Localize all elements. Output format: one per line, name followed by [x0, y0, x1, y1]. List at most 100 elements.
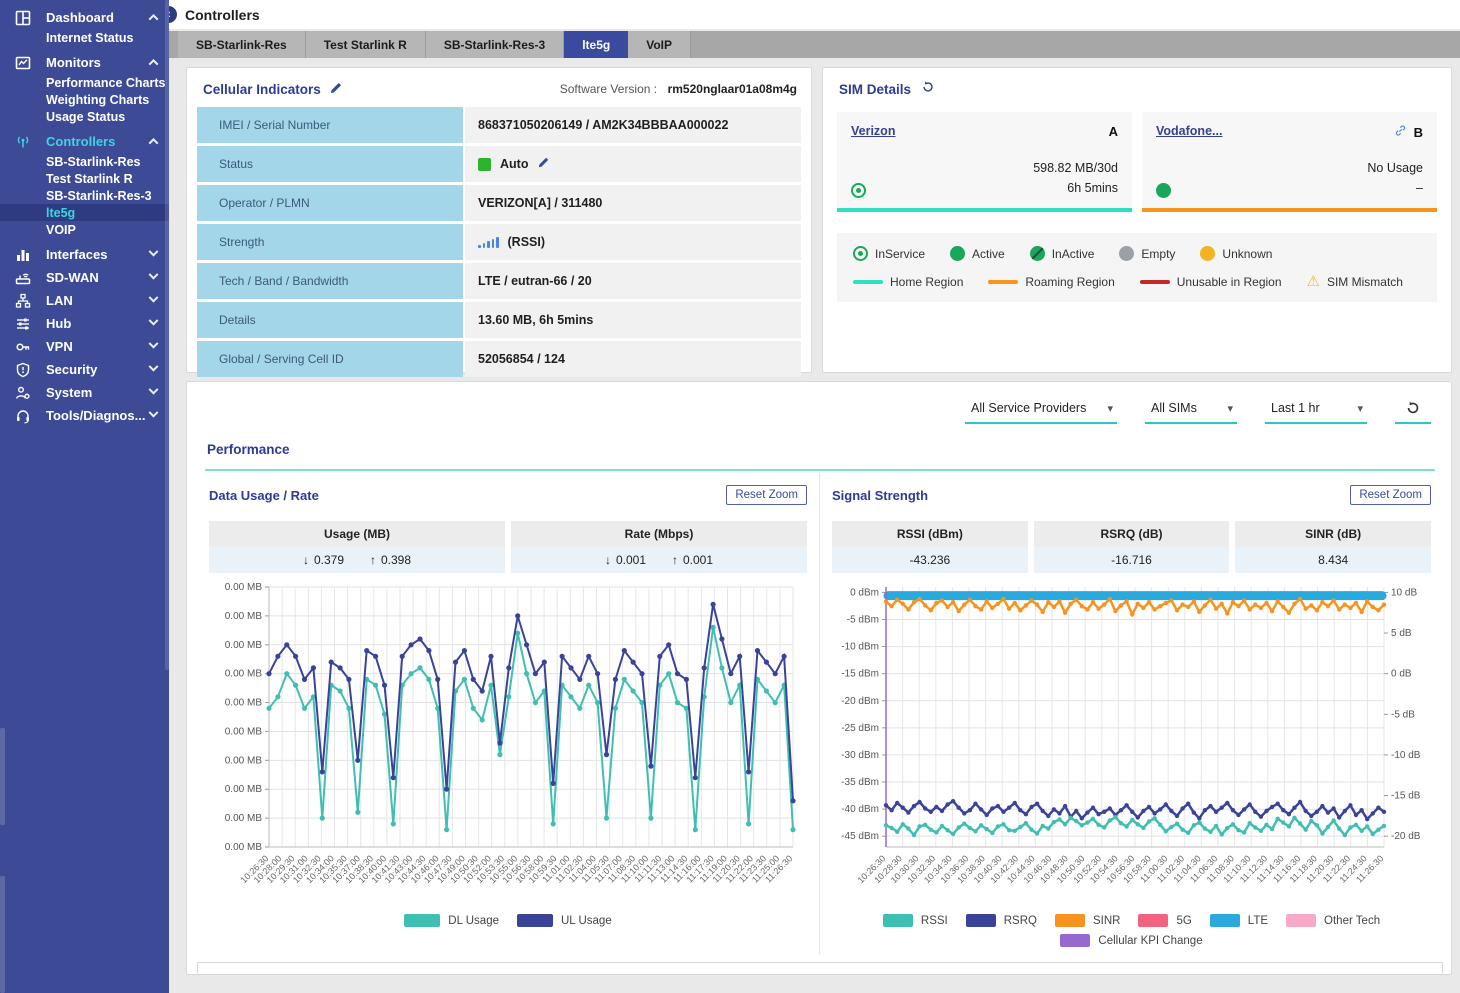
- sim-slot-label: B: [1414, 125, 1423, 140]
- sim-details-title: SIM Details: [839, 82, 911, 97]
- sidebar-item-sdwan[interactable]: SD-WAN: [0, 266, 169, 289]
- sidebar-item-monitors[interactable]: Monitors: [0, 51, 169, 74]
- sim-slot-label: A: [1109, 124, 1118, 139]
- tab-sb-starlink-res-3[interactable]: SB-Starlink-Res-3: [426, 31, 564, 58]
- sidebar-item-hub[interactable]: Hub: [0, 312, 169, 335]
- warning-triangle-icon: ⚠: [1307, 274, 1320, 289]
- main-area: ‹ Controllers SB-Starlink-Res Test Starl…: [169, 0, 1460, 993]
- performance-title: Performance: [207, 442, 1433, 457]
- rsrq-value: -16.716: [1111, 553, 1152, 567]
- sidebar-item-tools-diagnostics[interactable]: Tools/Diagnos...: [0, 404, 169, 427]
- sidebar-item-label: Monitors: [46, 55, 150, 70]
- legend-label: DL Usage: [448, 915, 499, 927]
- stat-header: RSRQ (dB): [1034, 521, 1230, 547]
- signal-legend: RSSI RSRQ SINR 5G LTE Other Tech: [832, 914, 1431, 927]
- data-usage-chart[interactable]: 10:26:3010:28:0010:29:3010:31:0010:32:30…: [209, 577, 807, 909]
- sidebar-item-label: SD-WAN: [46, 270, 150, 285]
- imei-serial-value: 868371050206149 / AM2K34BBBAA000022: [478, 118, 728, 132]
- table-row: Operator / PLMN VERIZON[A] / 311480: [197, 185, 801, 221]
- details-value: 13.60 MB, 6h 5mins: [478, 313, 593, 327]
- headset-icon: [13, 408, 33, 424]
- sim-duration-value: –: [1367, 179, 1423, 198]
- refresh-icon[interactable]: [921, 80, 935, 99]
- chevron-up-icon: [149, 14, 159, 24]
- monitor-chart-icon: [13, 55, 33, 71]
- sidebar-item-weighting-charts[interactable]: Weighting Charts: [0, 91, 169, 108]
- sim-duration-value: 6h 5mins: [1033, 179, 1118, 198]
- sinr-stat: SINR (dB) 8.434: [1235, 521, 1431, 573]
- legend-label: RSSI: [921, 915, 948, 927]
- service-provider-select[interactable]: All Service Providers ▾: [965, 398, 1117, 424]
- sidebar-item-sb-starlink-res[interactable]: SB-Starlink-Res: [0, 153, 169, 170]
- sidebar-item-internet-status[interactable]: Internet Status: [0, 29, 169, 46]
- svg-text:-30 dBm: -30 dBm: [841, 750, 879, 761]
- chevron-down-icon: [149, 362, 159, 372]
- signal-strength-chart[interactable]: 10:26:3010:28:3010:30:3010:32:3010:34:30…: [832, 577, 1432, 909]
- link-icon: [1394, 124, 1407, 140]
- chevron-down-icon: ▾: [1227, 402, 1233, 415]
- tab-sb-starlink-res[interactable]: SB-Starlink-Res: [178, 31, 306, 58]
- sidebar-item-vpn[interactable]: VPN: [0, 335, 169, 358]
- row-label: Strength: [197, 224, 463, 260]
- inservice-status-icon: [851, 183, 866, 198]
- sidebar-item-test-starlink-r[interactable]: Test Starlink R: [0, 170, 169, 187]
- sim-usage-value: No Usage: [1367, 159, 1423, 178]
- table-row: Tech / Band / Bandwidth LTE / eutran-66 …: [197, 263, 801, 299]
- sidebar-item-security[interactable]: Security: [0, 358, 169, 381]
- sidebar-item-performance-charts[interactable]: Performance Charts: [0, 74, 169, 91]
- software-version-value: rm520nglaar01a08m4g: [668, 82, 797, 96]
- sidebar-scrollbar[interactable]: [165, 0, 169, 670]
- next-panel-edge: [197, 962, 1443, 974]
- sidebar-item-label: Dashboard: [46, 10, 150, 25]
- sims-select[interactable]: All SIMs ▾: [1145, 398, 1237, 424]
- sidebar-item-voip[interactable]: VOIP: [0, 221, 169, 238]
- svg-text:0.00 MB: 0.00 MB: [225, 813, 263, 824]
- rssi-stat: RSSI (dBm) -43.236: [832, 521, 1028, 573]
- svg-text:-10 dB: -10 dB: [1391, 750, 1421, 761]
- sim-carrier-link[interactable]: Vodafone...: [1156, 124, 1222, 138]
- chevron-down-icon: ▾: [1357, 402, 1363, 415]
- svg-text:-15 dBm: -15 dBm: [841, 669, 879, 680]
- unknown-legend-icon: [1200, 246, 1215, 261]
- sidebar-item-system[interactable]: System: [0, 381, 169, 404]
- legend-label: Empty: [1141, 247, 1175, 261]
- legend-label: LTE: [1248, 915, 1268, 927]
- tab-test-starlink-r[interactable]: Test Starlink R: [306, 31, 426, 58]
- empty-legend-icon: [1119, 246, 1134, 261]
- sidebar-item-dashboard[interactable]: Dashboard: [0, 6, 169, 29]
- sidebar-item-controllers[interactable]: Controllers: [0, 130, 169, 153]
- stat-header: RSSI (dBm): [832, 521, 1028, 547]
- signal-strength-title: Signal Strength: [832, 488, 928, 503]
- other-tech-swatch: [1286, 914, 1316, 927]
- inservice-legend-icon: [853, 246, 868, 261]
- legend-label: Home Region: [890, 275, 963, 289]
- refresh-charts-button[interactable]: [1395, 400, 1431, 424]
- edit-pencil-icon[interactable]: [537, 156, 550, 172]
- sidebar-item-usage-status[interactable]: Usage Status: [0, 108, 169, 125]
- sidebar-item-lte5g[interactable]: lte5g: [0, 204, 169, 221]
- edit-pencil-icon[interactable]: [329, 81, 343, 98]
- sidebar-item-lan[interactable]: LAN: [0, 289, 169, 312]
- sidebar-item-interfaces[interactable]: Interfaces: [0, 243, 169, 266]
- svg-text:0 dBm: 0 dBm: [850, 587, 879, 598]
- legend-label: Other Tech: [1324, 915, 1380, 927]
- sidebar-item-sb-starlink-res-3[interactable]: SB-Starlink-Res-3: [0, 187, 169, 204]
- tab-lte5g[interactable]: lte5g: [564, 31, 628, 58]
- reset-zoom-button[interactable]: Reset Zoom: [726, 485, 807, 505]
- usage-up-value: 0.398: [381, 553, 411, 567]
- table-row: Strength (RSSI): [197, 224, 801, 260]
- sim-carrier-link[interactable]: Verizon: [851, 124, 895, 138]
- time-range-select[interactable]: Last 1 hr ▾: [1265, 398, 1367, 424]
- cellular-indicators-panel: Cellular Indicators Software Version : r…: [186, 67, 812, 373]
- row-label: Operator / PLMN: [197, 185, 463, 221]
- controller-tabs: SB-Starlink-Res Test Starlink R SB-Starl…: [169, 31, 1460, 58]
- status-value: Auto: [500, 157, 528, 171]
- reset-zoom-button[interactable]: Reset Zoom: [1350, 485, 1431, 505]
- legend-label: SINR: [1093, 915, 1120, 927]
- sim-usage-value: 598.82 MB/30d: [1033, 159, 1118, 178]
- down-arrow-icon: ↓: [303, 553, 309, 567]
- tab-voip[interactable]: VoIP: [628, 31, 691, 58]
- row-label: Status: [197, 146, 463, 182]
- page-title: Controllers: [185, 7, 260, 23]
- row-label: Details: [197, 302, 463, 338]
